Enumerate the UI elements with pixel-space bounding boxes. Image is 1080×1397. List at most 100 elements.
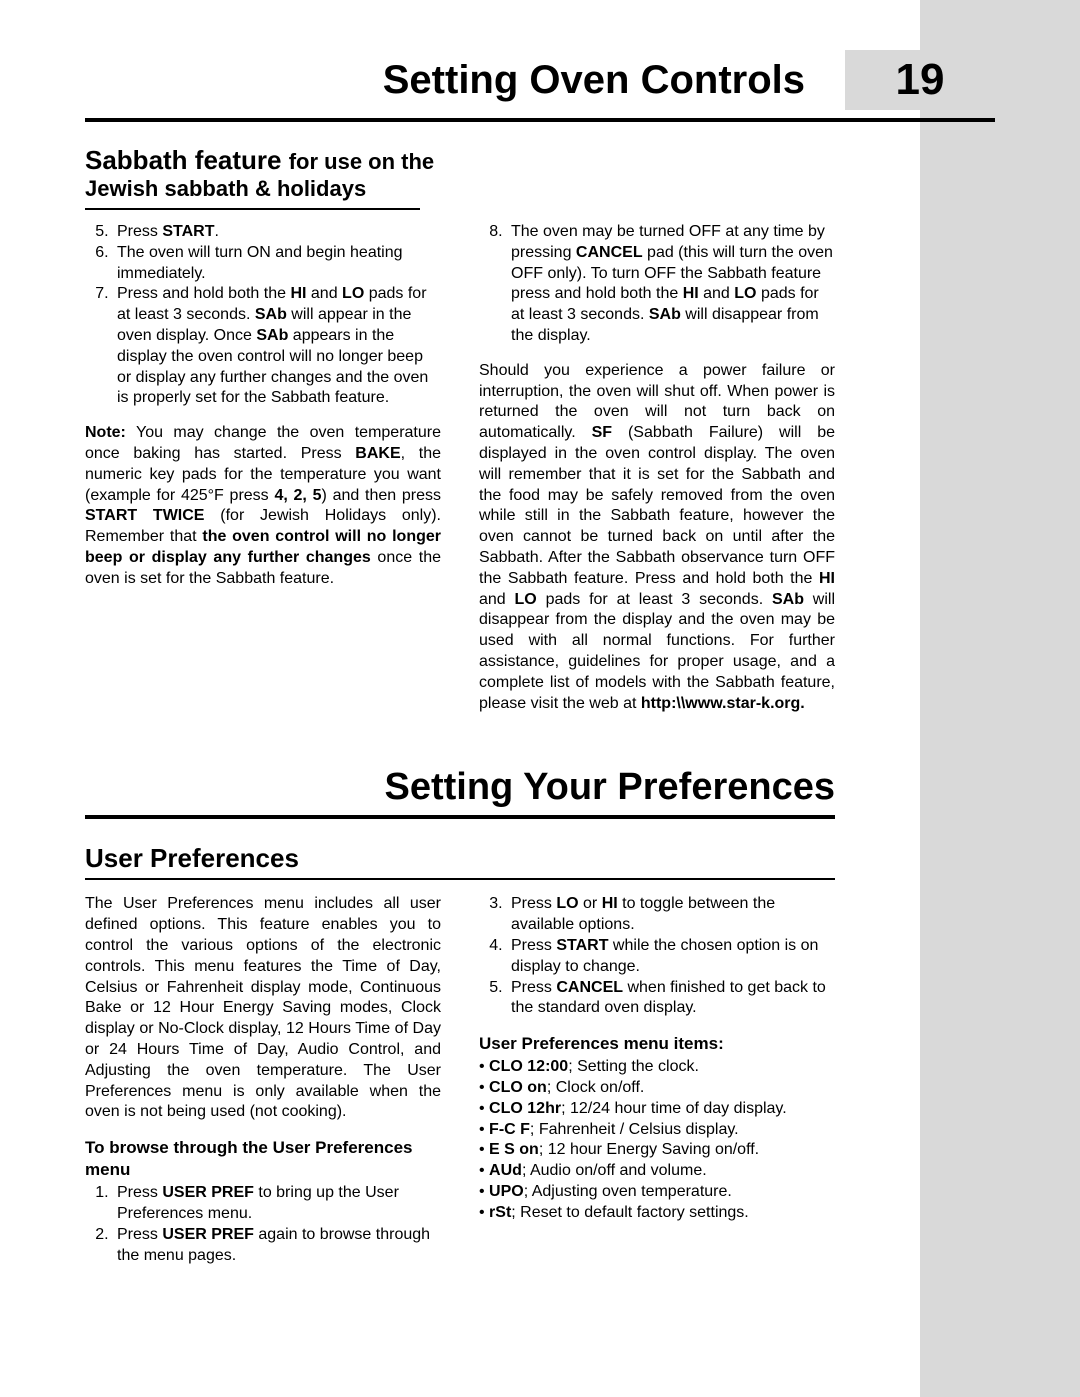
url-text: http:\\www.star-k.org.: [641, 695, 805, 712]
text: and: [479, 591, 515, 608]
text-bold: START: [162, 223, 214, 240]
header-rule: [85, 118, 995, 122]
browse-step-2: Press USER PREF again to browse through …: [113, 1225, 441, 1267]
text: ) and then press: [322, 487, 442, 504]
header-title: Setting Oven Controls: [383, 58, 805, 103]
text: Press: [117, 1226, 162, 1243]
prefs-intro-para: The User Preferences menu includes all u…: [85, 894, 441, 1123]
sabbath-heading: Sabbath feature for use on the Jewish sa…: [85, 145, 835, 202]
text-bold: SAb: [649, 306, 681, 323]
menu-item-clo-12hr: CLO 12hr; 12/24 hour time of day display…: [479, 1099, 835, 1120]
note-label: Note:: [85, 424, 126, 441]
desc: ; Adjusting oven temperature.: [524, 1183, 732, 1200]
text-bold: USER PREF: [162, 1184, 254, 1201]
page-number: 19: [845, 50, 995, 110]
prefs-right-col: Press LO or HI to toggle between the ava…: [479, 894, 835, 1266]
text: .: [214, 223, 218, 240]
code: CLO 12hr: [489, 1100, 561, 1117]
desc: ; Setting the clock.: [568, 1058, 699, 1075]
sabbath-power-failure-para: Should you experience a power failure or…: [479, 361, 835, 715]
text-bold: HI: [683, 285, 699, 302]
text-bold: SAb: [256, 327, 288, 344]
code: CLO 12:00: [489, 1058, 568, 1075]
sabbath-steps-left: Press START. The oven will turn ON and b…: [85, 222, 441, 409]
sabbath-step-6: The oven will turn ON and begin heating …: [113, 243, 441, 285]
text-bold: LO: [342, 285, 364, 302]
page-margin-tab: [920, 0, 1080, 1397]
text-bold: SAb: [772, 591, 804, 608]
code: E S on: [489, 1141, 539, 1158]
prefs-step-3: Press LO or HI to toggle between the ava…: [507, 894, 835, 936]
user-preferences-heading: User Preferences: [85, 843, 835, 874]
menu-item-clo-1200: CLO 12:00; Setting the clock.: [479, 1057, 835, 1078]
prefs-left-col: The User Preferences menu includes all u…: [85, 894, 441, 1266]
sabbath-heading-small-2: Jewish sabbath & holidays: [85, 176, 366, 201]
text: and: [699, 285, 735, 302]
text-bold: 4, 2, 5: [274, 487, 321, 504]
prefs-step-5: Press CANCEL when finished to get back t…: [507, 978, 835, 1020]
text: Press: [511, 895, 556, 912]
text-bold: START TWICE: [85, 507, 204, 524]
text-bold: LO: [515, 591, 537, 608]
prefs-right-steps: Press LO or HI to toggle between the ava…: [479, 894, 835, 1019]
text-bold: SAb: [255, 306, 287, 323]
menu-items-list: CLO 12:00; Setting the clock. CLO on; Cl…: [479, 1057, 835, 1223]
sabbath-heading-small-1: for use on the: [289, 149, 434, 174]
browse-heading: To browse through the User Preferences m…: [85, 1137, 441, 1181]
text: or: [579, 895, 602, 912]
text-bold: START: [556, 937, 608, 954]
text: Press: [117, 1184, 162, 1201]
code: rSt: [489, 1204, 511, 1221]
user-preferences-rule: [85, 878, 835, 880]
desc: ; Audio on/off and volume.: [522, 1162, 707, 1179]
text-bold: HI: [602, 895, 618, 912]
menu-item-es-on: E S on; 12 hour Energy Saving on/off.: [479, 1140, 835, 1161]
text-bold: SF: [592, 424, 612, 441]
sabbath-heading-large: Sabbath feature: [85, 145, 289, 175]
menu-item-aud: AUd; Audio on/off and volume.: [479, 1161, 835, 1182]
text-bold: BAKE: [355, 445, 400, 462]
menu-items-heading: User Preferences menu items:: [479, 1033, 835, 1055]
code: UPO: [489, 1183, 524, 1200]
content-area: Sabbath feature for use on the Jewish sa…: [85, 145, 835, 1266]
text-bold: HI: [819, 570, 835, 587]
sabbath-steps-right: The oven may be turned OFF at any time b…: [479, 222, 835, 347]
text-bold: LO: [734, 285, 756, 302]
code: F-C F: [489, 1121, 530, 1138]
sabbath-step-8: The oven may be turned OFF at any time b…: [507, 222, 835, 347]
text-bold: USER PREF: [162, 1226, 254, 1243]
sabbath-step-7: Press and hold both the HI and LO pads f…: [113, 284, 441, 409]
text: Press: [117, 223, 162, 240]
text: Press and hold both the: [117, 285, 290, 302]
browse-steps: Press USER PREF to bring up the User Pre…: [85, 1183, 441, 1266]
browse-step-1: Press USER PREF to bring up the User Pre…: [113, 1183, 441, 1225]
code: AUd: [489, 1162, 522, 1179]
text-bold: HI: [290, 285, 306, 302]
sabbath-columns: Press START. The oven will turn ON and b…: [85, 222, 835, 728]
text: Press: [511, 937, 556, 954]
text-bold: LO: [556, 895, 578, 912]
sabbath-step-5: Press START.: [113, 222, 441, 243]
text: (Sabbath Failure) will be displayed in t…: [479, 424, 835, 587]
menu-item-clo-on: CLO on; Clock on/off.: [479, 1078, 835, 1099]
sabbath-note: Note: You may change the oven temperatur…: [85, 423, 441, 589]
desc: ; Clock on/off.: [547, 1079, 645, 1096]
menu-item-fc-f: F-C F; Fahrenheit / Celsius display.: [479, 1120, 835, 1141]
text-bold: CANCEL: [556, 979, 623, 996]
sabbath-right-col: The oven may be turned OFF at any time b…: [479, 222, 835, 728]
desc: ; Reset to default factory settings.: [511, 1204, 748, 1221]
prefs-step-4: Press START while the chosen option is o…: [507, 936, 835, 978]
text: will disappear from the display and the …: [479, 591, 835, 712]
sabbath-left-col: Press START. The oven will turn ON and b…: [85, 222, 441, 728]
desc: ; 12/24 hour time of day display.: [561, 1100, 787, 1117]
prefs-section-title: Setting Your Preferences: [85, 766, 835, 809]
desc: ; Fahrenheit / Celsius display.: [530, 1121, 739, 1138]
text: pads for at least 3 seconds.: [537, 591, 772, 608]
menu-item-rst: rSt; Reset to default factory settings.: [479, 1203, 835, 1224]
prefs-section-rule: [85, 815, 835, 819]
sabbath-heading-rule: [85, 208, 420, 210]
desc: ; 12 hour Energy Saving on/off.: [539, 1141, 759, 1158]
text-bold: CANCEL: [576, 244, 643, 261]
text: Press: [511, 979, 556, 996]
code: CLO on: [489, 1079, 547, 1096]
